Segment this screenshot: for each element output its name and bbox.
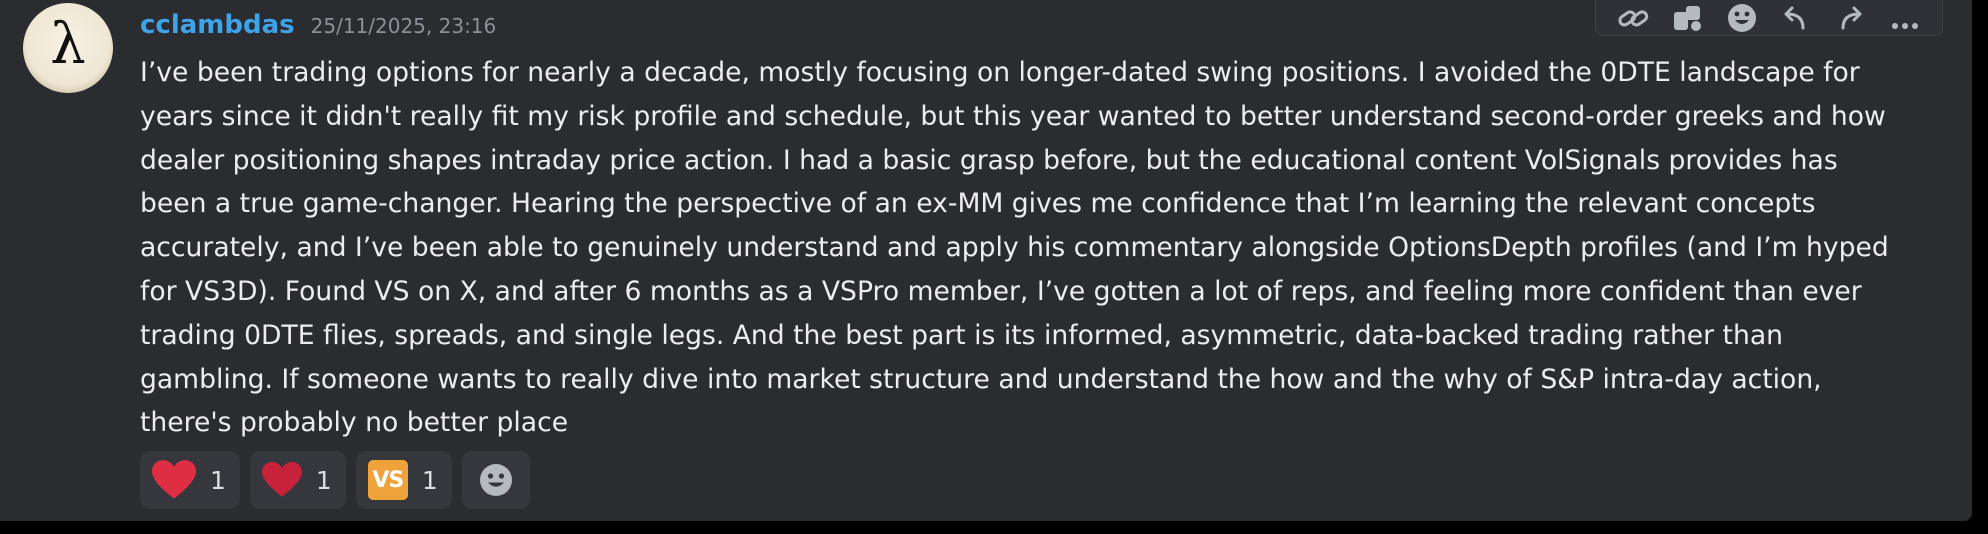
- message-line: accurately, and I’ve been able to genuin…: [140, 232, 1889, 264]
- reaction-heart[interactable]: 1: [140, 451, 240, 509]
- message-line: years since it didn't really fit my risk…: [140, 100, 1886, 132]
- message-line: dealer positioning shapes intraday price…: [140, 144, 1838, 176]
- copy-link-button[interactable]: [1613, 0, 1653, 32]
- message-line: been a true game-changer. Hearing the pe…: [140, 188, 1816, 220]
- message-line: gambling. If someone wants to really div…: [140, 363, 1822, 395]
- reaction-count: 1: [210, 465, 226, 495]
- vs-emoji-icon: VS: [367, 460, 408, 500]
- more-options-button[interactable]: [1885, 0, 1925, 32]
- message-line: trading 0DTE flies, spreads, and single …: [140, 319, 1783, 351]
- add-reaction-toolbar-button[interactable]: [1722, 0, 1762, 32]
- message-toolbar: [1595, 0, 1943, 36]
- heart-icon: [152, 460, 196, 500]
- link-icon: [1616, 6, 1650, 32]
- avatar-lambda-icon: λ: [50, 12, 86, 77]
- forward-icon: [1833, 6, 1867, 32]
- message-content: I’ve been trading options for nearly a d…: [140, 51, 1970, 445]
- add-reaction-button[interactable]: [461, 451, 530, 509]
- reply-button[interactable]: [1776, 0, 1816, 32]
- emoji-icon: [1725, 4, 1759, 32]
- forward-button[interactable]: [1830, 0, 1870, 32]
- reaction-vs[interactable]: VS 1: [355, 451, 452, 509]
- message-row: λ cclambdas 25/11/2025, 23:16 I’ve been …: [0, 0, 1972, 521]
- apps-button[interactable]: [1667, 0, 1707, 32]
- reaction-heart[interactable]: 1: [249, 451, 346, 509]
- more-icon: [1888, 6, 1922, 32]
- avatar[interactable]: λ: [23, 3, 113, 93]
- message-line: for VS3D). Found VS on X, and after 6 mo…: [140, 275, 1862, 307]
- reaction-count: 1: [315, 465, 332, 495]
- message-line: I’ve been trading options for nearly a d…: [140, 57, 1860, 88]
- app-icon: [1670, 6, 1704, 32]
- reaction-count: 1: [421, 465, 438, 495]
- heart-icon: [262, 462, 302, 498]
- timestamp[interactable]: 25/11/2025, 23:16: [311, 14, 497, 38]
- message-header: cclambdas 25/11/2025, 23:16: [140, 10, 496, 44]
- reactions-bar: 1 1 VS 1: [140, 451, 530, 509]
- message-line: there's probably no better place: [140, 407, 569, 439]
- username[interactable]: cclambdas: [140, 10, 295, 40]
- reply-icon: [1779, 6, 1813, 32]
- add-emoji-icon: [479, 463, 513, 497]
